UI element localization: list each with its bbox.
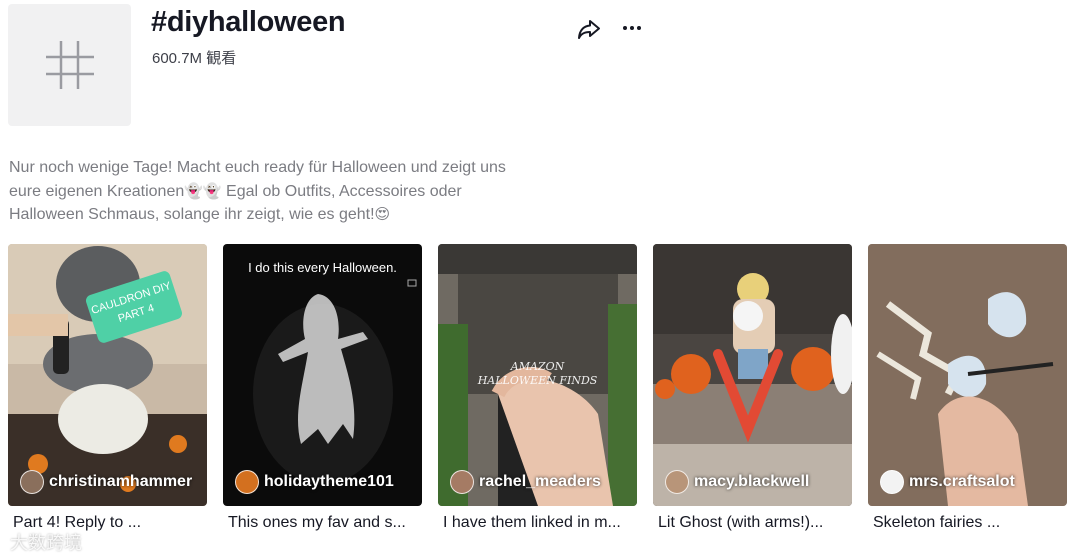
video-overlay-text: I do this every Halloween. [248,260,397,275]
ghost-emoji: 👻👻 [184,181,222,200]
video-thumbnail[interactable]: AMAZON HALLOWEEN FINDS rachel_meaders [438,244,637,506]
share-button[interactable] [576,16,602,42]
avatar [20,470,44,494]
description-line: eure eigenen Kreationen👻👻 Egal ob Outfit… [9,181,462,200]
avatar [450,470,474,494]
more-dot-icon [637,26,641,30]
hashtag-icon [45,41,94,89]
video-thumbnail[interactable]: CAULDRON DIY PART 4 christinamhammer [8,244,207,506]
watermark: 大数跨境 [10,533,82,554]
author-name: christinamhammer [49,473,193,490]
video-author[interactable]: mrs.craftsalot [880,470,1015,494]
video-caption[interactable]: Lit Ghost (with arms!)... [658,514,852,532]
thumbnail-image [868,244,1067,506]
thumbnail-image [8,244,207,506]
hashtag-avatar [8,4,131,126]
more-options-button[interactable] [618,16,646,40]
video-card[interactable]: AMAZON HALLOWEEN FINDS rachel_meaders I … [438,244,637,532]
description-line: Halloween Schmaus, solange ihr zeigt, wi… [9,205,391,223]
video-overlay-text: AMAZON HALLOWEEN FINDS [477,360,598,387]
more-dot-icon [623,26,627,30]
video-card[interactable]: mrs.craftsalot Skeleton fairies ... [868,244,1067,532]
video-card[interactable]: macy.blackwell Lit Ghost (with arms!)... [653,244,852,532]
view-count: 600.7M 観看 [152,50,237,67]
video-caption[interactable]: I have them linked in m... [443,514,637,532]
author-name: holidaytheme101 [264,473,394,490]
video-thumbnail[interactable]: I do this every Halloween. holidaytheme1… [223,244,422,506]
author-name: mrs.craftsalot [909,473,1015,490]
avatar [880,470,904,494]
hashtag-description: Nur noch wenige Tage! Macht euch ready f… [9,157,569,227]
description-line: Nur noch wenige Tage! Macht euch ready f… [9,159,506,176]
thumbnail-image [653,244,852,506]
share-icon [578,20,600,39]
video-card[interactable]: CAULDRON DIY PART 4 christinamhammer Par… [8,244,207,532]
video-thumbnail[interactable]: macy.blackwell [653,244,852,506]
heart-eyes-emoji: 😍 [374,205,391,223]
video-caption[interactable]: This ones my fav and s... [228,514,422,532]
author-name: rachel_meaders [479,473,601,490]
video-caption[interactable]: Skeleton fairies ... [873,514,1067,532]
avatar [665,470,689,494]
video-author[interactable]: macy.blackwell [665,470,809,494]
thumbnail-image [223,244,422,506]
avatar [235,470,259,494]
author-name: macy.blackwell [694,473,810,490]
video-author[interactable]: rachel_meaders [450,470,601,494]
video-thumbnail[interactable]: mrs.craftsalot [868,244,1067,506]
more-dot-icon [630,26,634,30]
page-title: #diyhalloween [151,6,346,38]
video-card[interactable]: I do this every Halloween. holidaytheme1… [223,244,422,532]
video-author[interactable]: christinamhammer [20,470,192,494]
video-author[interactable]: holidaytheme101 [235,470,394,494]
